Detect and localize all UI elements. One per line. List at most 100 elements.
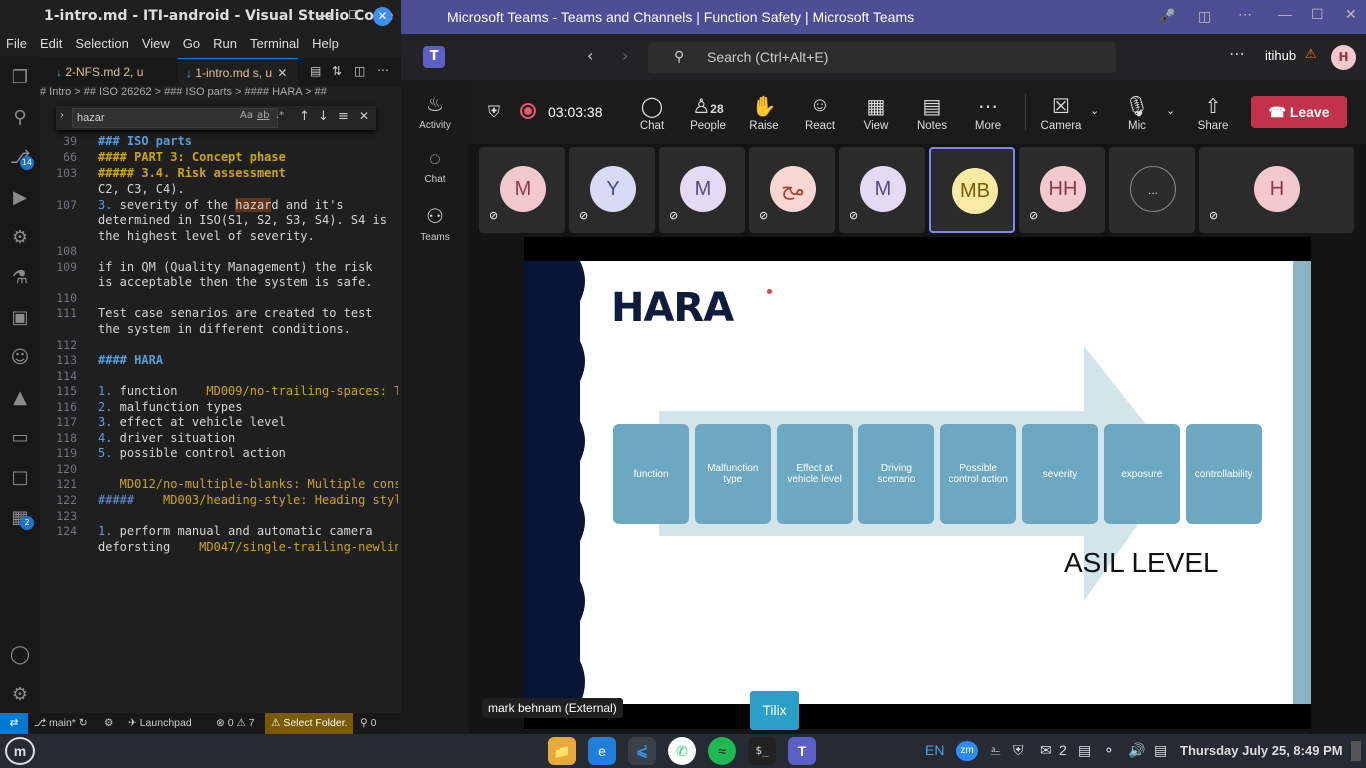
camera-button[interactable]: ☒ Camera bbox=[1035, 94, 1087, 132]
camera-chevron-down-icon[interactable]: ⌄ bbox=[1090, 104, 1099, 117]
participant-tile[interactable]: M ⊘ bbox=[659, 147, 745, 233]
code-line[interactable]: 3. effect at vehicle level bbox=[98, 415, 398, 431]
expand-replace-icon[interactable]: › bbox=[60, 110, 64, 121]
code-line[interactable]: the system in different conditions. bbox=[98, 322, 398, 338]
participant-tile[interactable]: MB bbox=[929, 147, 1015, 233]
close-button[interactable]: ✕ bbox=[373, 7, 392, 26]
previous-match-icon[interactable]: ↑ bbox=[299, 109, 310, 124]
code-line[interactable]: C2, C3, C4). bbox=[98, 182, 398, 198]
calendar-icon[interactable]: ▤ bbox=[1154, 742, 1167, 759]
shield-tray-icon[interactable]: ⛨ bbox=[1013, 742, 1024, 759]
clipboard-icon[interactable]: ▤ bbox=[1078, 742, 1091, 759]
menu-edit[interactable]: Edit bbox=[34, 33, 69, 55]
account-icon[interactable]: ◯ bbox=[8, 643, 32, 667]
participant-tile[interactable]: M ⊘ bbox=[479, 147, 565, 233]
menu-go[interactable]: Go bbox=[177, 33, 207, 55]
show-desktop-button[interactable] bbox=[1351, 741, 1361, 761]
regex-toggle[interactable]: .* bbox=[276, 110, 284, 121]
zoom-icon[interactable]: zm bbox=[956, 741, 978, 761]
code-line[interactable]: 1. function MD009/no-trailing-spaces: T bbox=[98, 384, 398, 400]
edge-browser-icon[interactable]: e bbox=[588, 737, 616, 765]
code-line[interactable]: 1. perform manual and automatic camera bbox=[98, 524, 398, 540]
branch-status[interactable]: ⎇ main* ↻ bbox=[34, 717, 88, 729]
select-folder-item[interactable]: ⚠ Select Folder. bbox=[265, 713, 353, 734]
titlebar-more-icon[interactable]: ⋯ bbox=[1238, 6, 1252, 23]
react-button[interactable]: ☺ React bbox=[794, 94, 846, 132]
tab-2-nfs[interactable]: ↓ 2-NFS.md 2, u bbox=[56, 58, 176, 86]
share-button[interactable]: ⇧ Share bbox=[1187, 94, 1239, 132]
sticky-heading[interactable]: ##### 3.4. Risk assessment bbox=[98, 166, 398, 182]
sticky-heading[interactable]: ### ISO parts bbox=[98, 134, 398, 150]
notification-bell-icon[interactable]: ✉ bbox=[1040, 742, 1052, 759]
participant-tile[interactable]: M ⊘ bbox=[839, 147, 925, 233]
files-icon[interactable]: 📁 bbox=[548, 737, 576, 765]
bluetooth-icon[interactable]: ⎁ bbox=[990, 742, 1001, 759]
leave-button[interactable]: ☎ Leave bbox=[1251, 96, 1347, 128]
chat-button[interactable]: ◯ Chat bbox=[626, 94, 678, 132]
rail-chat[interactable]: ◌ Chat bbox=[401, 148, 469, 185]
tilix-terminal-icon[interactable]: $_ bbox=[748, 737, 776, 765]
code-line[interactable]: deforsting MD047/single-trailing-newline bbox=[98, 540, 398, 556]
launchpad-item[interactable]: ✈ Launchpad bbox=[128, 717, 192, 729]
ports-item[interactable]: ⚲ 0 bbox=[360, 717, 376, 729]
menu-file[interactable]: File bbox=[0, 33, 34, 55]
search-bar[interactable]: ⚲ Search (Ctrl+Alt+E) bbox=[648, 42, 1116, 73]
language-indicator[interactable]: EN bbox=[925, 742, 944, 758]
settings-gear-icon[interactable]: ⚙ bbox=[8, 683, 32, 707]
mic-button[interactable]: 🎙 Mic bbox=[1111, 94, 1163, 132]
match-case-toggle[interactable]: Aa bbox=[240, 110, 253, 121]
people-button[interactable]: ♙28 People bbox=[682, 94, 734, 132]
code-line[interactable]: is acceptable then the system is safe. bbox=[98, 275, 398, 291]
vscode-icon[interactable]: ⪃ bbox=[628, 737, 656, 765]
warning-icon[interactable]: ⚠ bbox=[1305, 47, 1317, 62]
code-line[interactable]: ##### MD003/heading-style: Heading style bbox=[98, 493, 398, 509]
minimize-button[interactable]: — bbox=[318, 8, 332, 24]
remote-explorer-icon[interactable]: ▭ bbox=[8, 426, 32, 450]
maximize-button[interactable]: ☐ bbox=[348, 8, 359, 22]
close-tab-icon[interactable]: ✕ bbox=[277, 66, 287, 80]
mint-menu-icon[interactable]: m bbox=[5, 737, 35, 765]
find-in-selection-icon[interactable]: ≡ bbox=[338, 109, 349, 124]
participant-tile[interactable]: مح ⊘ bbox=[749, 147, 835, 233]
code-line[interactable]: #### HARA bbox=[98, 353, 398, 369]
more-button[interactable]: ⋯ More bbox=[962, 94, 1014, 132]
code-line[interactable]: 5. possible control action bbox=[98, 446, 398, 462]
code-line[interactable]: 4. driver situation bbox=[98, 431, 398, 447]
spotify-icon[interactable]: ≈ bbox=[708, 737, 736, 765]
menu-run[interactable]: Run bbox=[207, 33, 244, 55]
participant-tile[interactable]: Y ⊘ bbox=[569, 147, 655, 233]
teams-maximize-button[interactable]: ☐ bbox=[1311, 6, 1324, 23]
participant-tile[interactable]: HH ⊘ bbox=[1019, 147, 1105, 233]
settings-more-icon[interactable]: ⋯ bbox=[1229, 44, 1245, 63]
teams-taskbar-icon[interactable]: T bbox=[788, 737, 816, 765]
rail-teams[interactable]: ⚇ Teams bbox=[401, 204, 469, 243]
editor-code[interactable]: 39 ### ISO parts 66 #### PART 3: Concept ph… bbox=[40, 134, 398, 574]
avatar[interactable]: H bbox=[1331, 45, 1356, 70]
compare-icon[interactable]: ⇅ bbox=[332, 64, 342, 78]
code-line[interactable]: if in QM (Quality Management) the risk bbox=[98, 260, 398, 276]
whole-word-toggle[interactable]: ab bbox=[257, 110, 269, 121]
open-preview-icon[interactable]: ▤ bbox=[310, 64, 321, 78]
code-line[interactable]: 2. malfunction types bbox=[98, 400, 398, 416]
shield-icon[interactable]: ⛨ bbox=[488, 102, 500, 122]
sticky-heading[interactable]: #### PART 3: Concept phase bbox=[98, 150, 398, 166]
org-name[interactable]: itihub bbox=[1265, 48, 1296, 63]
code-line[interactable]: determined in ISO(S1, S2, S3, S4). S4 is bbox=[98, 213, 398, 229]
teams-close-button[interactable]: ✕ bbox=[1345, 6, 1357, 23]
view-button[interactable]: ▦ View bbox=[850, 94, 902, 132]
participant-tile[interactable]: ... bbox=[1109, 147, 1195, 233]
docker-icon[interactable]: ▣ bbox=[8, 306, 32, 330]
more-actions-icon[interactable]: ⋯ bbox=[377, 63, 389, 77]
code-line[interactable]: MD012/no-multiple-blanks: Multiple cons bbox=[98, 477, 398, 493]
search-icon[interactable]: ⚲ bbox=[8, 106, 32, 130]
notes-button[interactable]: ▤ Notes bbox=[906, 94, 958, 132]
code-line[interactable]: the highest level of severity. bbox=[98, 229, 398, 245]
run-debug-icon[interactable]: ▶ bbox=[8, 186, 32, 210]
sync-icon[interactable]: ⚙ bbox=[104, 717, 113, 729]
menu-view[interactable]: View bbox=[136, 33, 177, 55]
back-arrow-icon[interactable]: ‹ bbox=[587, 46, 593, 65]
next-match-icon[interactable]: ↓ bbox=[318, 109, 329, 124]
code-line[interactable]: Test case senarios are created to test bbox=[98, 306, 398, 322]
rail-activity[interactable]: ♨ Activity bbox=[401, 92, 469, 131]
volume-icon[interactable]: 🔊 bbox=[1128, 742, 1145, 759]
